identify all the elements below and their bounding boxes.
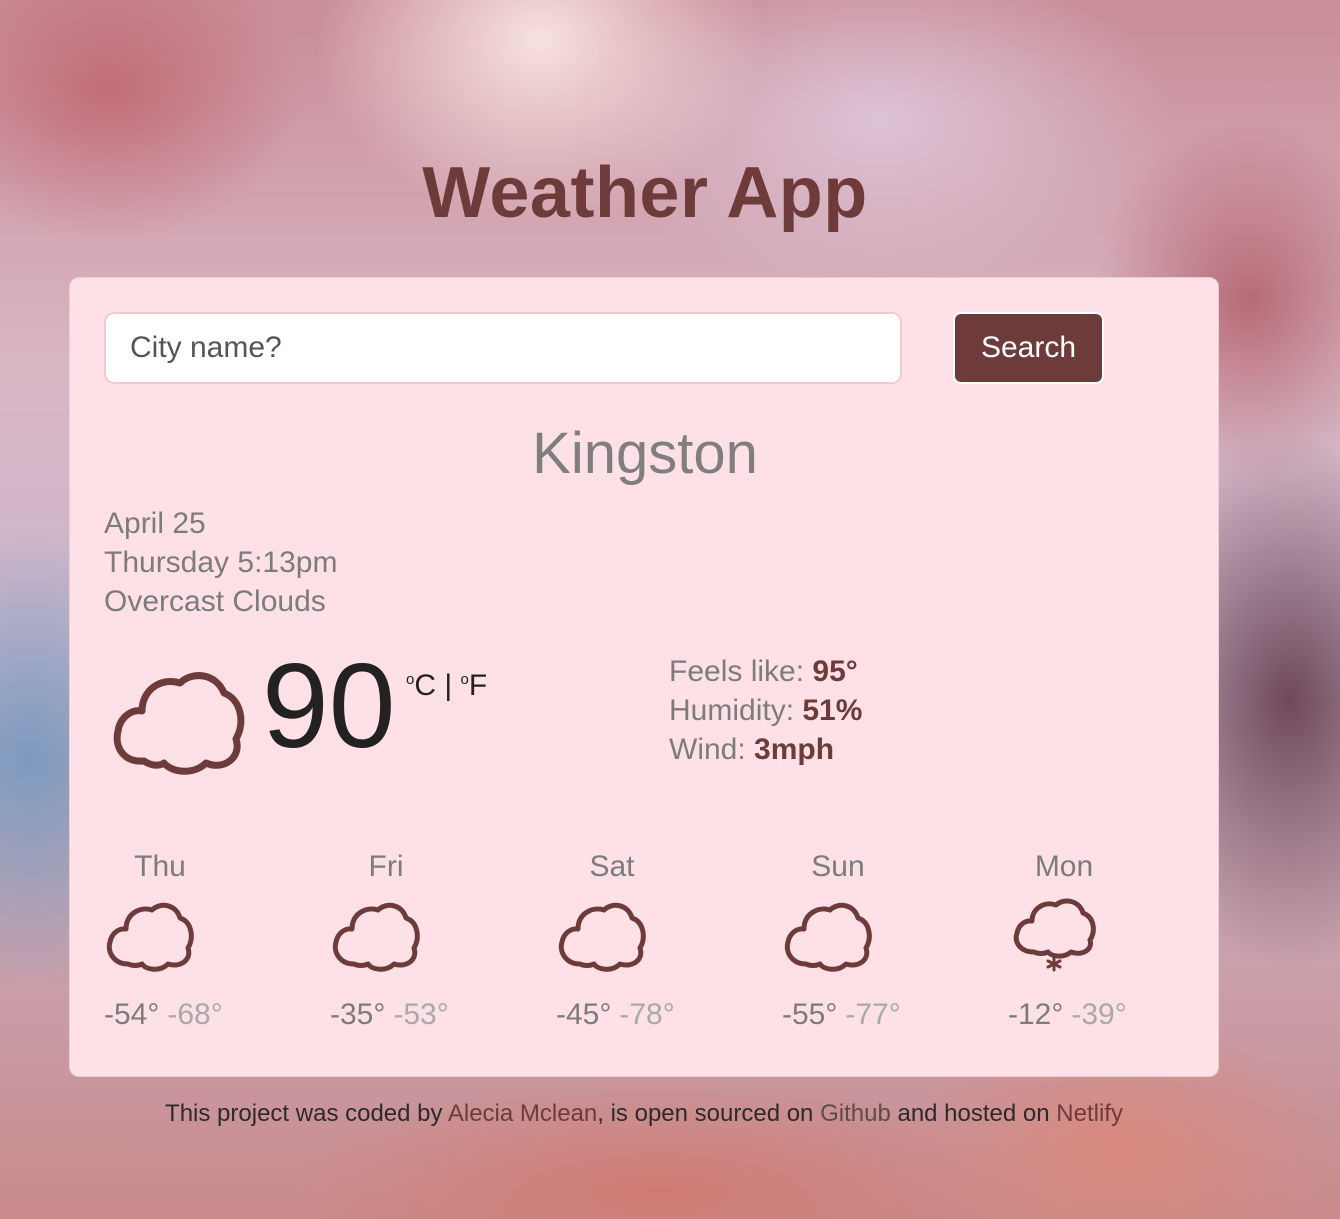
forecast-day: Thu -54° -68° bbox=[104, 850, 254, 1032]
cloud-icon bbox=[113, 672, 245, 775]
author-link[interactable]: Alecia Mclean bbox=[448, 1100, 597, 1127]
forecast-temps: -55° -77° bbox=[782, 998, 932, 1032]
current-day-time: Thursday 5:13pm bbox=[104, 546, 338, 579]
fahrenheit-link[interactable]: F bbox=[469, 669, 487, 702]
forecast-day-name: Sun bbox=[811, 850, 865, 883]
unit-separator: | bbox=[436, 669, 461, 702]
cloud-icon bbox=[106, 902, 194, 972]
forecast-low: -78° bbox=[619, 998, 675, 1031]
snow-cloud-icon bbox=[1013, 898, 1096, 972]
current-temperature: 90 bbox=[262, 639, 396, 773]
wind-value: 3mph bbox=[754, 733, 835, 766]
forecast-day: Sat -45° -78° bbox=[556, 850, 706, 1032]
forecast-high: -12° bbox=[1008, 998, 1064, 1031]
forecast-low: -68° bbox=[167, 998, 223, 1031]
city-search-input[interactable] bbox=[104, 312, 902, 384]
current-date: April 25 bbox=[104, 507, 206, 540]
forecast-temps: -12° -39° bbox=[1008, 998, 1158, 1032]
forecast-low: -53° bbox=[393, 998, 449, 1031]
weather-details: Feels like: 95° Humidity: 51% Wind: 3mph bbox=[669, 652, 862, 769]
forecast-temps: -45° -78° bbox=[556, 998, 706, 1032]
celsius-link[interactable]: C bbox=[414, 669, 436, 702]
forecast-high: -55° bbox=[782, 998, 838, 1031]
wind-label: Wind: bbox=[669, 733, 755, 766]
github-link[interactable]: Github bbox=[820, 1100, 891, 1127]
forecast-day-name: Fri bbox=[368, 850, 404, 883]
feels-like-label: Feels like: bbox=[669, 655, 813, 688]
forecast-temps: -54° -68° bbox=[104, 998, 254, 1032]
city-name: Kingston bbox=[532, 421, 758, 486]
cloud-icon bbox=[558, 902, 646, 972]
forecast-low: -77° bbox=[845, 998, 901, 1031]
forecast-high: -35° bbox=[330, 998, 386, 1031]
netlify-link[interactable]: Netlify bbox=[1056, 1100, 1123, 1127]
weather-card: Search Kingston April 25 Thursday 5:13pm… bbox=[69, 277, 1219, 1077]
feels-like-row: Feels like: 95° bbox=[669, 652, 862, 691]
current-info: April 25 Thursday 5:13pm Overcast Clouds bbox=[104, 504, 337, 621]
feels-like-value: 95° bbox=[812, 655, 858, 688]
forecast-row: Thu -54° -68° Fri -35° -53° Sat -45° -78° bbox=[104, 850, 1184, 1031]
forecast-day-name: Sat bbox=[589, 850, 635, 883]
footer-text: and hosted on bbox=[890, 1100, 1057, 1127]
cloud-icon bbox=[332, 902, 420, 972]
humidity-row: Humidity: 51% bbox=[669, 691, 862, 730]
forecast-day-name: Mon bbox=[1034, 850, 1094, 883]
forecast-day-name: Thu bbox=[134, 850, 186, 883]
cloud-icon bbox=[784, 902, 872, 972]
search-button[interactable]: Search bbox=[953, 312, 1104, 384]
footer: This project was coded by Alecia Mclean,… bbox=[0, 1100, 1288, 1128]
forecast-low: -39° bbox=[1071, 998, 1127, 1031]
app-title: Weather App bbox=[422, 153, 868, 233]
forecast-high: -54° bbox=[104, 998, 160, 1031]
forecast-temps: -35° -53° bbox=[330, 998, 480, 1032]
humidity-value: 51% bbox=[802, 694, 863, 727]
weather-description: Overcast Clouds bbox=[104, 585, 326, 618]
forecast-day: Fri -35° -53° bbox=[330, 850, 480, 1032]
footer-text: This project was coded by bbox=[165, 1100, 448, 1127]
forecast-day: Sun -55° -77° bbox=[782, 850, 932, 1032]
wind-row: Wind: 3mph bbox=[669, 730, 862, 769]
forecast-day: Mon -12° -39° bbox=[1008, 850, 1158, 1032]
forecast-high: -45° bbox=[556, 998, 612, 1031]
footer-text: , is open sourced on bbox=[597, 1100, 821, 1127]
unit-toggle: oC | oF bbox=[406, 669, 488, 702]
humidity-label: Humidity: bbox=[669, 694, 803, 727]
